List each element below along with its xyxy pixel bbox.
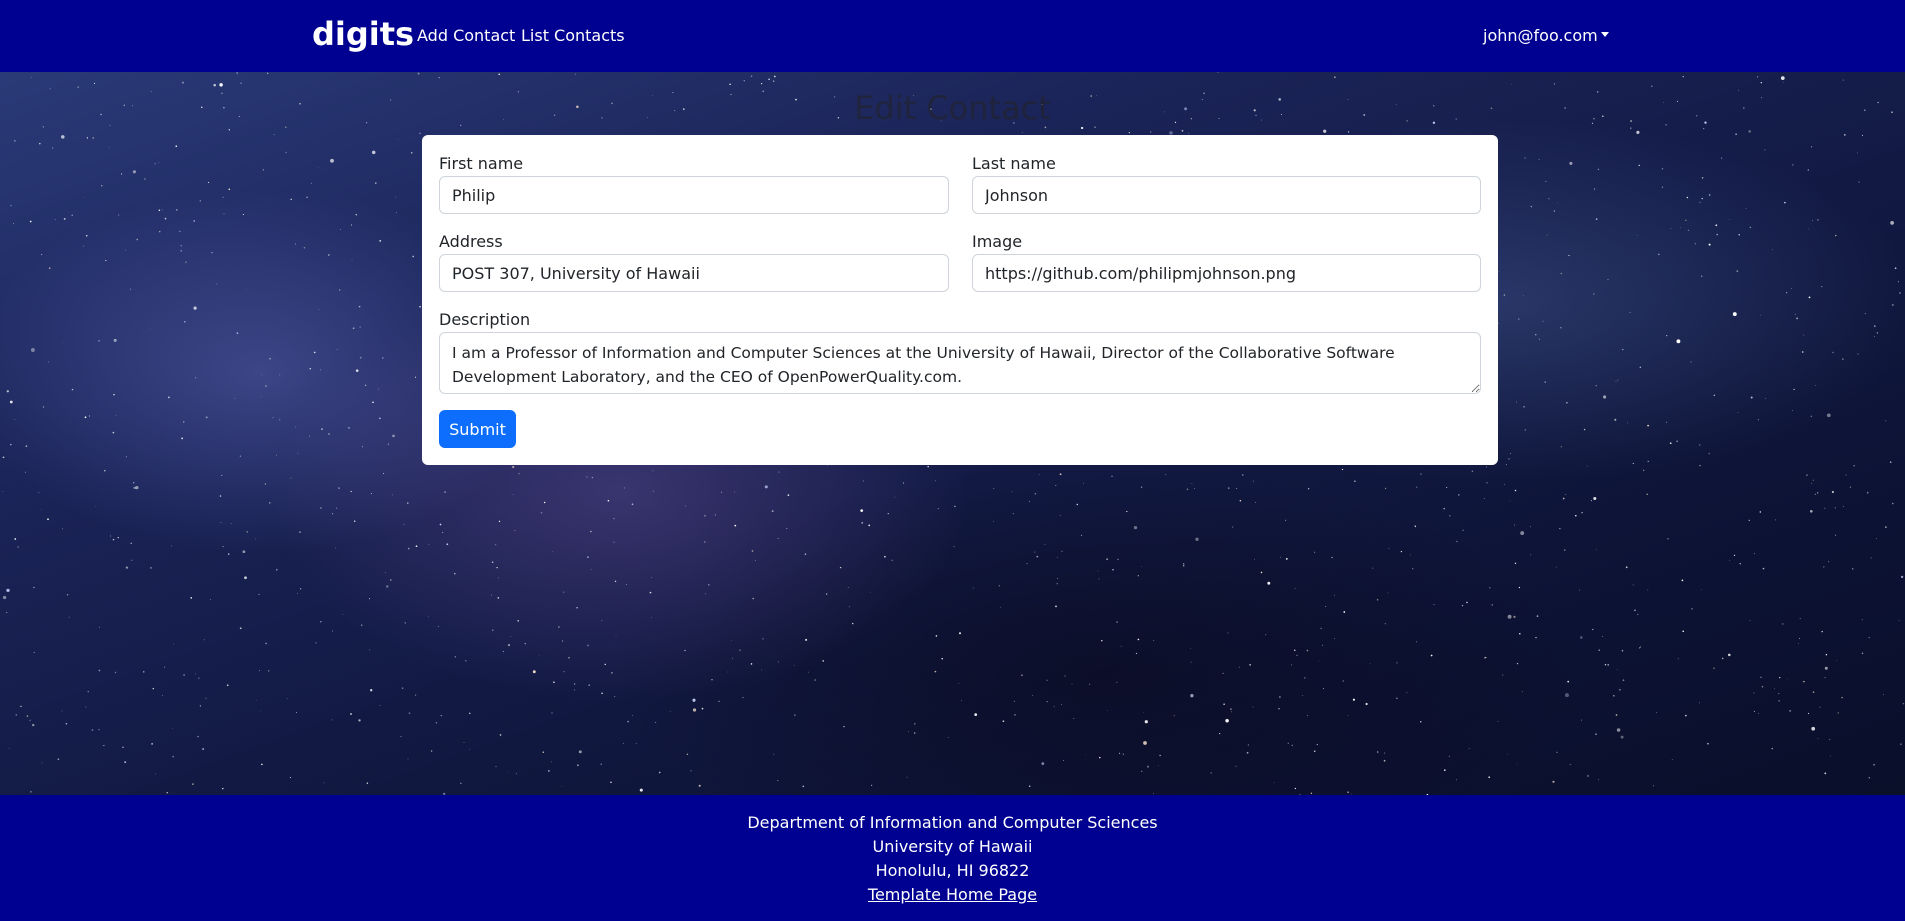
nav-add-contact[interactable]: Add Contact <box>417 25 515 47</box>
address-label: Address <box>439 232 503 251</box>
last-name-label: Last name <box>972 154 1056 173</box>
description-field[interactable]: I am a Professor of Information and Comp… <box>439 332 1481 394</box>
nav-list-contacts[interactable]: List Contacts <box>521 25 625 47</box>
footer-department: Department of Information and Computer S… <box>747 813 1158 832</box>
footer-university: University of Hawaii <box>872 837 1033 856</box>
template-home-link[interactable]: Template Home Page <box>868 885 1037 904</box>
image-label: Image <box>972 232 1023 251</box>
description-label: Description <box>439 310 531 329</box>
edit-contact-form: First name Last name Address Image Descr… <box>422 135 1498 465</box>
last-name-field[interactable] <box>972 176 1481 214</box>
user-dropdown[interactable]: john@foo.com <box>1483 25 1609 47</box>
address-field[interactable] <box>439 254 949 292</box>
first-name-field[interactable] <box>439 176 949 214</box>
submit-button[interactable]: Submit <box>439 410 516 448</box>
footer: Department of Information and Computer S… <box>0 795 1905 921</box>
footer-address: Honolulu, HI 96822 <box>875 861 1030 880</box>
page-title: Edit Contact <box>854 89 1051 127</box>
caret-down-icon <box>1600 32 1609 37</box>
image-field[interactable] <box>972 254 1481 292</box>
first-name-label: First name <box>439 154 524 173</box>
navbar: digits Add Contact List Contacts john@fo… <box>0 0 1905 72</box>
user-email: john@foo.com <box>1483 26 1598 45</box>
brand-logo[interactable]: digits <box>312 14 414 54</box>
